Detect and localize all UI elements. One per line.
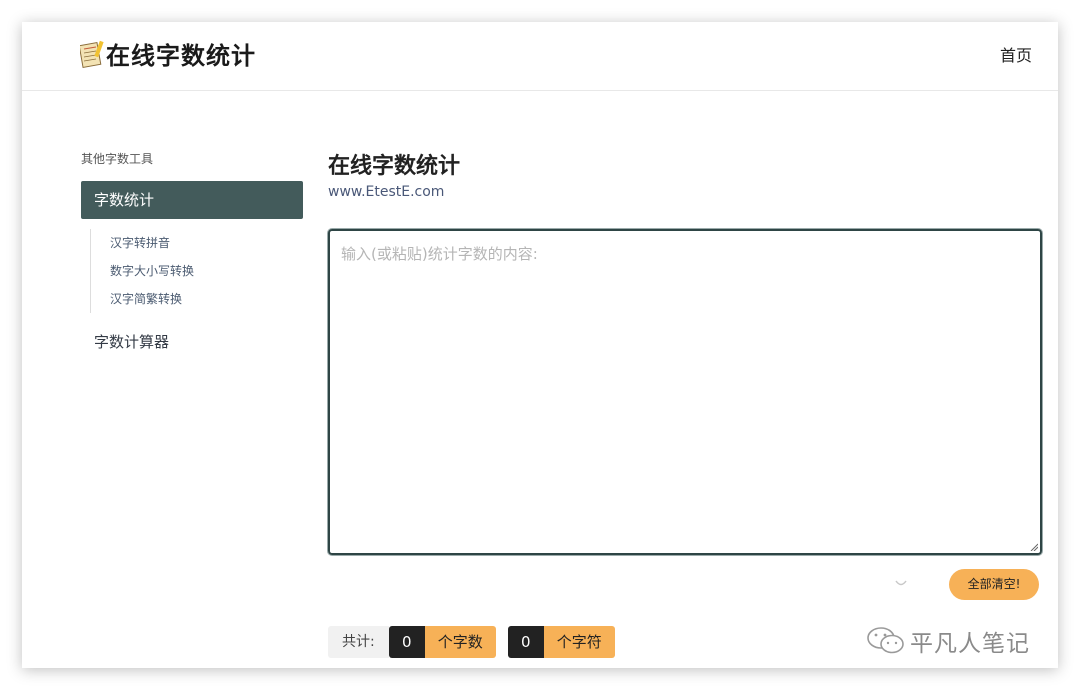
symbol-count-value: 0 [507,626,544,658]
wechat-icon [867,627,904,654]
resize-grip-icon[interactable] [1030,543,1038,551]
watermark: 平凡人笔记 [866,624,1030,658]
sidebar-heading: 其他字数工具 [81,152,154,166]
sidebar-item-calculator[interactable]: 字数计算器 [81,327,303,357]
text-input-wrapper [328,229,1042,555]
clear-all-button[interactable]: 全部清空! [949,569,1039,600]
sidebar-item-word-count[interactable]: 字数统计 [81,181,303,219]
notebook-pencil-icon [80,40,104,68]
page-title: 在线字数统计 [328,154,461,179]
chevron-down-icon [895,580,907,586]
char-count-unit: 个字数 [424,626,496,658]
page-subtitle: www.EtestE.com [328,184,445,200]
stats-bar: 共计: 0 个字数 0 个字符 [328,626,627,658]
nav-home-link[interactable]: 首页 [1000,42,1032,66]
symbol-count-unit: 个字符 [543,626,615,658]
sidebar-sub-item-number-case[interactable]: 数字大小写转换 [110,257,303,285]
app-window: 在线字数统计 首页 其他字数工具 字数统计 汉字转拼音 数字大小写转换 汉字简繁… [22,22,1058,668]
site-logo[interactable]: 在线字数统计 [80,36,256,71]
sidebar-sub-item-pinyin[interactable]: 汉字转拼音 [110,229,303,257]
top-header: 在线字数统计 首页 [22,22,1058,91]
sidebar-sub-list: 汉字转拼音 数字大小写转换 汉字简繁转换 [90,229,303,313]
sidebar-sub-item-simplified-traditional[interactable]: 汉字简繁转换 [110,285,303,313]
watermark-text: 平凡人笔记 [910,631,1030,657]
sidebar: 其他字数工具 字数统计 汉字转拼音 数字大小写转换 汉字简繁转换 字数计算器 [81,150,303,357]
char-count-value: 0 [388,626,425,658]
symbol-count-group: 0 个字符 [507,626,615,658]
logo-text: 在线字数统计 [106,42,256,70]
stats-label: 共计: [328,626,389,658]
char-count-group: 0 个字数 [388,626,496,658]
content-input[interactable] [330,231,1040,553]
